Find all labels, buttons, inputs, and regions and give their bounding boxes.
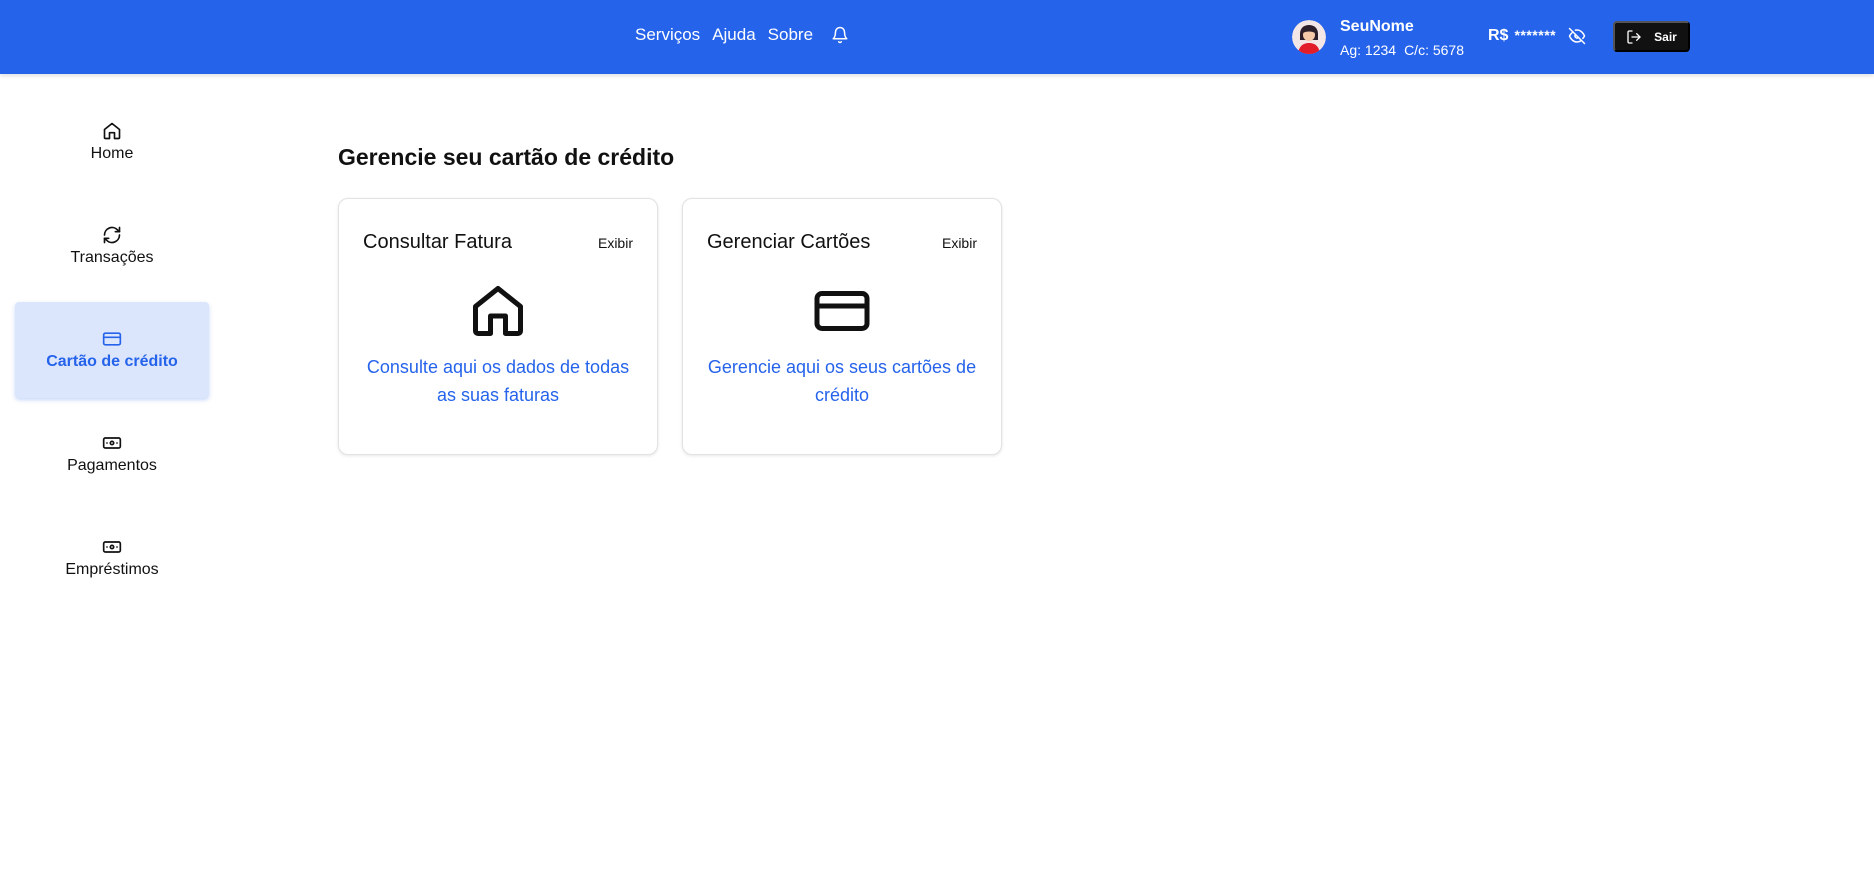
card-title: Consultar Fatura	[363, 231, 512, 253]
sidebar-item-label: Cartão de crédito	[46, 352, 178, 370]
bell-icon[interactable]	[831, 26, 849, 44]
home-icon	[473, 286, 523, 336]
sidebar-item-label: Empréstimos	[65, 560, 159, 578]
card-consultar-fatura: Consultar Fatura Exibir Consulte aqui os…	[338, 198, 658, 455]
balance-currency: R$	[1488, 27, 1509, 44]
eye-off-icon[interactable]	[1568, 27, 1586, 45]
exibir-button[interactable]: Exibir	[942, 235, 977, 251]
banknote-icon	[102, 436, 122, 449]
home-icon	[103, 122, 121, 139]
credit-card-icon	[814, 291, 870, 331]
card-list: Consultar Fatura Exibir Consulte aqui os…	[338, 198, 1002, 455]
logout-icon	[1627, 29, 1641, 44]
logout-label: Sair	[1654, 29, 1677, 44]
card-header: Consultar Fatura Exibir	[363, 231, 633, 254]
card-header: Gerenciar Cartões Exibir	[707, 231, 977, 254]
sidebar-item-cartao-de-credito[interactable]: Cartão de crédito	[15, 302, 209, 398]
nav-link-servicos[interactable]: Serviços	[635, 25, 700, 45]
top-header: Serviços Ajuda Sobre SeuNome Ag: 1234 C/c…	[0, 0, 1874, 74]
card-gerenciar-cartoes: Gerenciar Cartões Exibir Gerencie aqui o…	[682, 198, 1002, 455]
nav-link-ajuda[interactable]: Ajuda	[712, 25, 755, 45]
balance-masked-value: *******	[1514, 27, 1557, 43]
sidebar: Home Transações Cartão de crédito Pagame…	[15, 94, 209, 614]
card-description: Consulte aqui os dados de todas as suas …	[366, 357, 630, 405]
sidebar-item-pagamentos[interactable]: Pagamentos	[15, 406, 209, 502]
account-details: Ag: 1234 C/c: 5678	[1340, 41, 1464, 59]
user-info: SeuNome Ag: 1234 C/c: 5678	[1292, 18, 1464, 59]
sidebar-item-label: Home	[90, 144, 134, 162]
nav-link-sobre[interactable]: Sobre	[768, 25, 813, 45]
page-title: Gerencie seu cartão de crédito	[338, 144, 675, 170]
sidebar-item-label: Transações	[70, 248, 154, 266]
sidebar-item-home[interactable]: Home	[15, 94, 209, 190]
top-nav: Serviços Ajuda Sobre	[635, 25, 849, 45]
agency-number: Ag: 1234	[1340, 42, 1397, 58]
avatar[interactable]	[1292, 20, 1326, 54]
logout-button[interactable]: Sair	[1613, 21, 1690, 52]
user-name: SeuNome	[1340, 18, 1414, 35]
sidebar-item-transacoes[interactable]: Transações	[15, 198, 209, 294]
banknote-icon	[102, 540, 122, 553]
sidebar-item-emprestimos[interactable]: Empréstimos	[15, 510, 209, 606]
credit-card-icon	[102, 331, 122, 346]
balance: R$ *******	[1488, 26, 1556, 45]
card-description: Gerencie aqui os seus cartões de crédito	[707, 357, 977, 405]
card-title: Gerenciar Cartões	[707, 231, 871, 253]
refresh-icon	[103, 226, 121, 243]
exibir-button[interactable]: Exibir	[598, 235, 633, 251]
account-number: C/c: 5678	[1404, 42, 1464, 58]
user-text: SeuNome Ag: 1234 C/c: 5678	[1340, 18, 1464, 59]
sidebar-item-label: Pagamentos	[67, 456, 157, 474]
